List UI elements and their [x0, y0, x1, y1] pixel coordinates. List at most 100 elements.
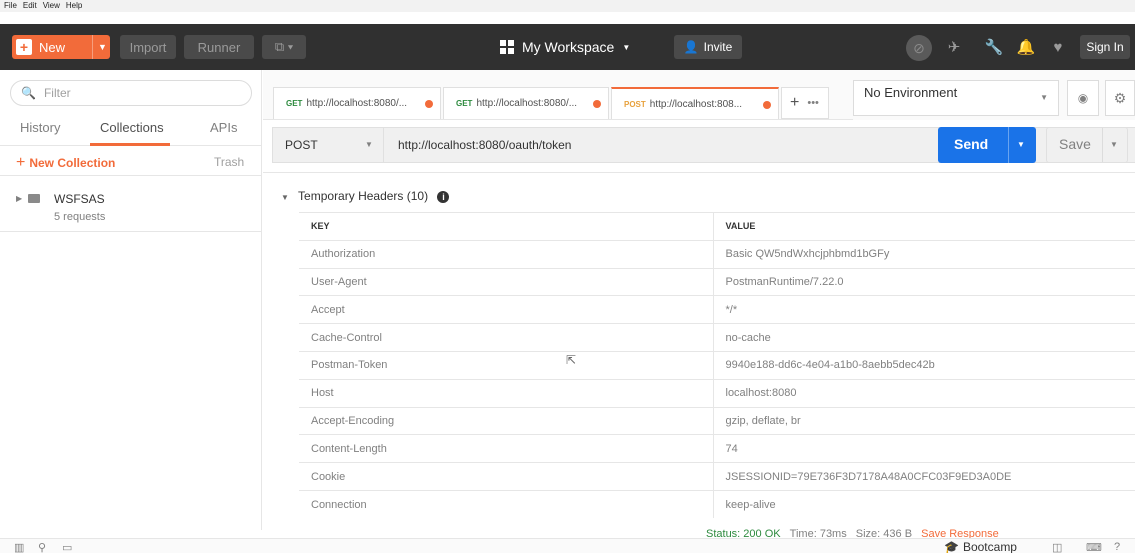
- table-row: Accept-Encoding gzip, deflate, br: [299, 406, 1135, 435]
- table-row: Postman-Token 9940e188-dd6c-4e04-a1b0-8ae…: [299, 350, 1135, 380]
- settings-wrench-icon[interactable]: 🔧: [984, 38, 1004, 58]
- new-divider: [92, 35, 93, 59]
- tab-url: http://localhost:808...: [649, 98, 743, 110]
- send-button[interactable]: Send ▼: [938, 127, 1036, 163]
- collection-count: 5 requests: [54, 211, 106, 223]
- interceptor-icon[interactable]: ✈: [944, 38, 964, 58]
- method-badge: GET: [456, 99, 473, 108]
- header-key: Accept-Encoding: [299, 406, 714, 435]
- mouse-cursor-icon: ⇱: [566, 353, 577, 367]
- tab-collections[interactable]: Collections: [100, 120, 164, 135]
- method-badge: POST: [624, 99, 646, 109]
- menu-view[interactable]: View: [43, 0, 60, 12]
- chevron-down-icon[interactable]: ▼: [98, 35, 107, 59]
- help-icon[interactable]: ?: [1114, 541, 1120, 553]
- table-row: Host localhost:8080: [299, 378, 1135, 408]
- table-row: Connection keep-alive: [299, 489, 1135, 519]
- tab-url: http://localhost:8080/...: [476, 98, 578, 109]
- chevron-down-icon[interactable]: ▼: [1017, 140, 1025, 149]
- header-value: */*: [713, 295, 1135, 324]
- search-icon: 🔍: [21, 86, 36, 100]
- header-value: no-cache: [713, 323, 1135, 352]
- header-value: localhost:8080: [713, 378, 1135, 408]
- invite-button[interactable]: 👤 Invite: [674, 35, 742, 59]
- table-row: Cookie JSESSIONID=79E736F3D7178A48A0CFC03…: [299, 462, 1135, 491]
- collection-name: WSFSAS: [54, 192, 105, 206]
- environment-select[interactable]: No Environment ▼: [853, 80, 1059, 116]
- menu-edit[interactable]: Edit: [23, 0, 37, 12]
- bell-icon[interactable]: 🔔: [1016, 38, 1036, 58]
- import-button[interactable]: Import: [120, 35, 176, 59]
- environment-area: No Environment ▼ ◉ ⚙: [853, 70, 1135, 120]
- eye-icon[interactable]: ◉: [1067, 80, 1099, 116]
- workspace-selector[interactable]: My Workspace ▼: [500, 35, 630, 59]
- heart-icon[interactable]: ♥: [1048, 38, 1068, 58]
- new-collection-button[interactable]: + New Collection: [16, 154, 115, 172]
- chevron-down-icon[interactable]: ▼: [1110, 140, 1118, 149]
- headers-panel: ▼ Temporary Headers (10) i KEY VALUE Aut…: [263, 172, 1135, 530]
- workspace-grid-icon: [500, 40, 514, 54]
- plus-icon: +: [16, 39, 32, 55]
- two-pane-view-icon[interactable]: ◫: [1052, 541, 1062, 553]
- chevron-down-icon: ▼: [281, 193, 289, 202]
- sign-in-button[interactable]: Sign In: [1080, 35, 1130, 59]
- send-label: Send: [954, 136, 989, 152]
- menu-file[interactable]: File: [4, 0, 17, 12]
- request-tab[interactable]: GET http://localhost:8080/...: [443, 87, 609, 119]
- key-column-header: KEY: [299, 212, 714, 241]
- runner-button[interactable]: Runner: [184, 35, 254, 59]
- table-header-row: KEY VALUE: [299, 212, 1135, 241]
- postman-window: File Edit View Help + New ▼ Import Runne…: [0, 0, 1135, 553]
- new-window-icon: ⧉ ▾: [274, 39, 294, 54]
- header-key: Cookie: [299, 462, 714, 491]
- find-icon[interactable]: ⚲: [38, 541, 46, 553]
- bootcamp-button[interactable]: 🎓 Bootcamp: [944, 540, 1017, 553]
- gear-icon[interactable]: ⚙: [1105, 80, 1135, 116]
- plus-icon[interactable]: +: [790, 94, 799, 112]
- toggle-sidebar-icon[interactable]: ▥: [14, 541, 24, 553]
- filter-input[interactable]: 🔍 Filter: [10, 80, 252, 106]
- save-button[interactable]: Save ▼: [1046, 127, 1128, 163]
- tab-apis[interactable]: APIs: [210, 120, 237, 135]
- request-tab[interactable]: GET http://localhost:8080/...: [273, 87, 441, 119]
- menu-help[interactable]: Help: [66, 0, 82, 12]
- header-key: Host: [299, 378, 714, 408]
- unsaved-dot: [763, 101, 771, 109]
- value-column-header: VALUE: [713, 212, 1135, 241]
- request-tab-active[interactable]: POST http://localhost:808...: [611, 87, 779, 119]
- sync-off-icon[interactable]: ⊘: [906, 35, 932, 61]
- console-icon[interactable]: ▭: [62, 541, 72, 553]
- send-divider: [1008, 127, 1009, 163]
- sidebar: 🔍 Filter History Collections APIs + New C…: [0, 70, 262, 530]
- more-icon[interactable]: •••: [807, 97, 819, 109]
- collection-item[interactable]: ▶ WSFSAS 5 requests: [0, 184, 262, 232]
- method-select[interactable]: POST ▼: [272, 127, 384, 163]
- header-key: Connection: [299, 489, 714, 519]
- new-button[interactable]: + New ▼: [12, 35, 110, 59]
- table-row: Accept */*: [299, 295, 1135, 324]
- headers-table: KEY VALUE Authorization Basic QW5ndWxhcjp…: [299, 212, 1135, 519]
- sidebar-tabs: History Collections APIs: [0, 114, 262, 146]
- chevron-down-icon: ▼: [365, 140, 373, 149]
- bootcamp-label: Bootcamp: [962, 540, 1017, 553]
- new-collection-label: New Collection: [29, 156, 116, 170]
- header-key: User-Agent: [299, 267, 714, 296]
- tab-history[interactable]: History: [20, 120, 60, 135]
- add-user-icon: 👤: [683, 40, 699, 54]
- chevron-right-icon[interactable]: ▶: [16, 194, 22, 203]
- save-label: Save: [1059, 136, 1091, 152]
- keyboard-shortcuts-icon[interactable]: ⌨: [1086, 541, 1102, 553]
- header-key: Cache-Control: [299, 323, 714, 352]
- header-key: Postman-Token: [299, 350, 714, 380]
- header-value: Basic QW5ndWxhcjphbmd1bGFy: [713, 239, 1135, 269]
- graduation-cap-icon: 🎓: [944, 540, 959, 553]
- trash-button[interactable]: Trash: [214, 155, 244, 169]
- temporary-headers-title: Temporary Headers (10): [298, 189, 429, 203]
- new-tab-button[interactable]: + •••: [781, 87, 829, 119]
- info-icon[interactable]: i: [437, 191, 450, 203]
- method-badge: GET: [286, 99, 303, 108]
- folder-icon: [28, 194, 40, 203]
- temporary-headers-toggle[interactable]: ▼ Temporary Headers (10) i: [281, 189, 450, 203]
- new-window-button[interactable]: ⧉ ▾: [262, 35, 306, 59]
- invite-label: Invite: [703, 40, 733, 54]
